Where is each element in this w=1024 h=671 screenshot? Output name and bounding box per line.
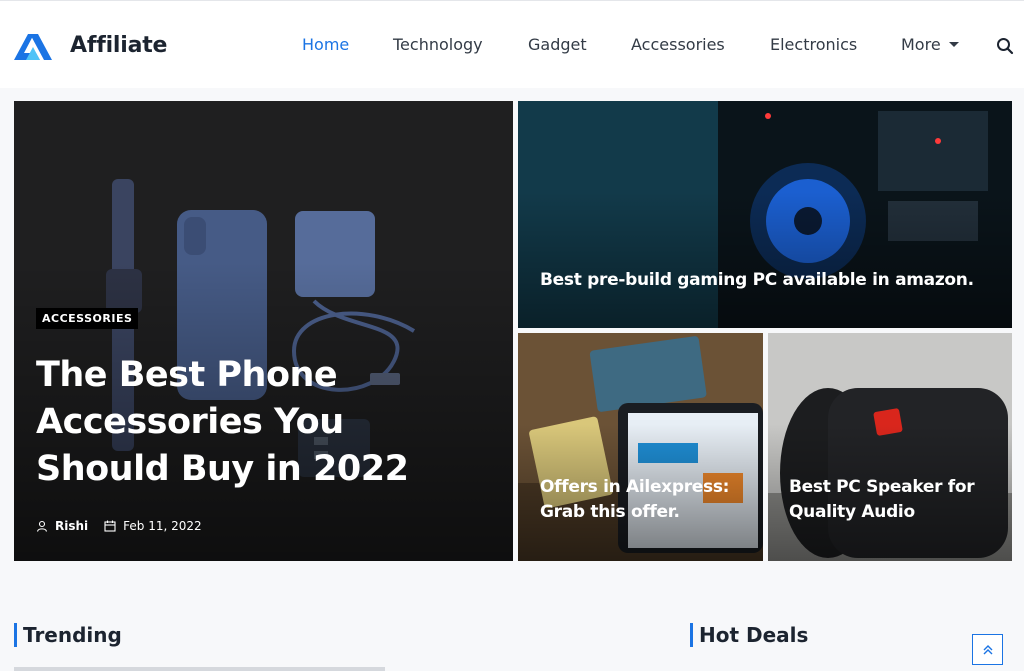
nav-item-electronics[interactable]: Electronics xyxy=(770,35,857,54)
site-logo[interactable]: Affiliate xyxy=(14,31,167,60)
caret-down-icon xyxy=(948,42,959,47)
nav-item-accessories[interactable]: Accessories xyxy=(631,35,725,54)
featured-post-title[interactable]: The Best Phone Accessories You Should Bu… xyxy=(36,352,486,493)
double-chevron-up-icon xyxy=(983,644,992,654)
post-author[interactable]: Rishi xyxy=(55,519,88,533)
featured-post-aliexpress[interactable]: Offers in Ailexpress: Grab this offer. xyxy=(518,333,763,561)
post-date: Feb 11, 2022 xyxy=(123,519,202,533)
nav-item-technology[interactable]: Technology xyxy=(393,35,483,54)
calendar-icon xyxy=(104,520,116,532)
post-title-gaming-pc[interactable]: Best pre-build gaming PC available in am… xyxy=(540,268,980,293)
post-meta: Rishi Feb 11, 2022 xyxy=(36,519,202,533)
image-overlay xyxy=(518,333,763,561)
post-title-pc-speaker[interactable]: Best PC Speaker for Quality Audio xyxy=(789,475,999,525)
user-icon xyxy=(36,520,48,532)
site-header: Affiliate Home Technology Gadget Accesso… xyxy=(0,0,1024,88)
search-icon[interactable] xyxy=(996,37,1014,55)
nav-item-home[interactable]: Home xyxy=(302,35,349,54)
image-overlay xyxy=(768,333,1012,561)
image-overlay xyxy=(518,101,1012,328)
scroll-to-top-button[interactable] xyxy=(972,634,1003,665)
category-badge[interactable]: ACCESSORIES xyxy=(36,308,139,329)
featured-post-pc-speaker[interactable]: Best PC Speaker for Quality Audio xyxy=(768,333,1012,561)
featured-post-main[interactable]: ACCESSORIES The Best Phone Accessories Y… xyxy=(14,101,513,561)
section-divider xyxy=(14,667,385,671)
post-title-aliexpress[interactable]: Offers in Ailexpress: Grab this offer. xyxy=(540,475,750,525)
nav-item-more[interactable]: More xyxy=(901,35,959,54)
site-name: Affiliate xyxy=(70,33,168,58)
section-title-hot-deals: Hot Deals xyxy=(690,623,808,647)
featured-post-gaming-pc[interactable]: Best pre-build gaming PC available in am… xyxy=(518,101,1012,328)
nav-item-more-label: More xyxy=(901,35,941,54)
nav-item-gadget[interactable]: Gadget xyxy=(528,35,587,54)
logo-icon xyxy=(14,34,52,60)
section-title-trending: Trending xyxy=(14,623,122,647)
